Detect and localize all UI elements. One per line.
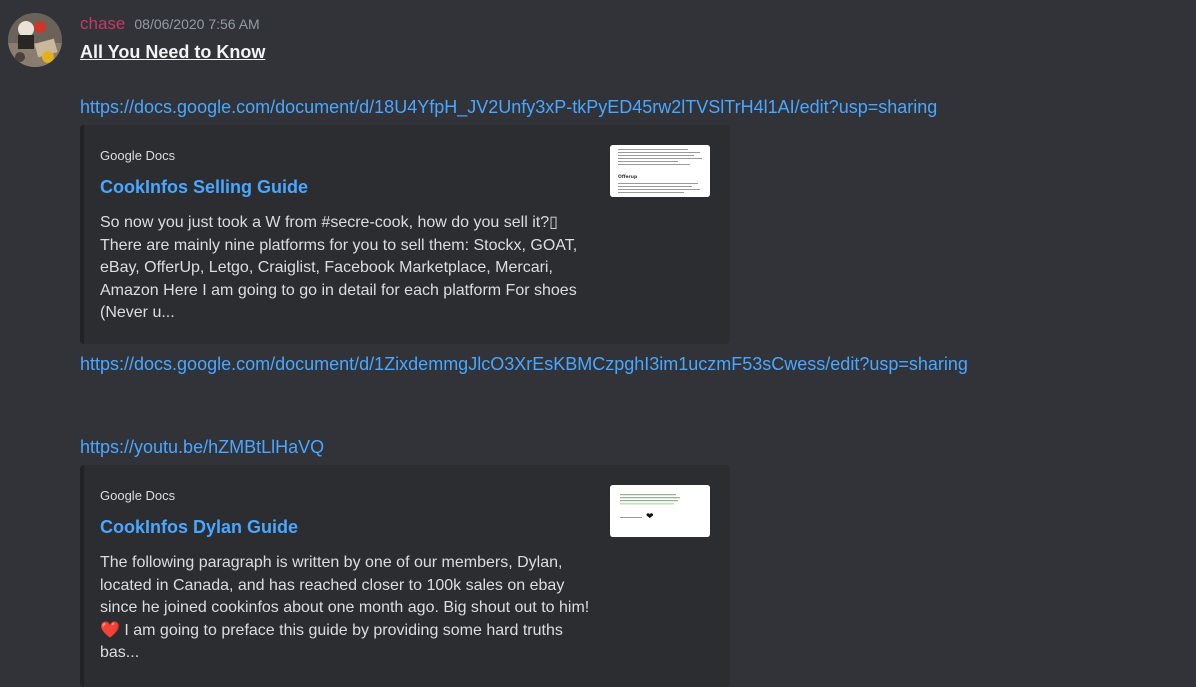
embed-provider: Google Docs — [100, 148, 176, 163]
avatar-image — [8, 13, 62, 67]
youtube-link[interactable]: https://youtu.be/hZMBtLlHaVQ — [80, 437, 324, 458]
embed-description: The following paragraph is written by on… — [100, 552, 590, 665]
embed-description: So now you just took a W from #secre-coo… — [100, 214, 578, 321]
avatar[interactable] — [8, 13, 62, 67]
message-header: chase 08/06/2020 7:56 AM — [80, 14, 260, 34]
document-preview-image: Offerup — [610, 145, 710, 197]
username[interactable]: chase — [80, 14, 125, 34]
red-heart-emoji: ❤️ — [100, 621, 120, 639]
document-thumbnail[interactable]: ❤ — [610, 485, 710, 537]
message-title: All You Need to Know — [80, 42, 266, 62]
embed-card-dylan-guide: Google Docs CookInfos Dylan Guide The fo… — [80, 465, 730, 687]
embed-description-text: The following paragraph is written by on… — [100, 554, 590, 616]
document-thumbnail[interactable]: Offerup — [610, 145, 710, 197]
timestamp: 08/06/2020 7:56 AM — [134, 16, 260, 32]
chat-message: chase 08/06/2020 7:56 AM All You Need to… — [0, 0, 1196, 687]
thumbnail-heart: ❤ — [646, 512, 654, 522]
thumbnail-heading: Offerup — [618, 174, 638, 180]
google-doc-link-dylan-guide[interactable]: https://docs.google.com/document/d/1Zixd… — [80, 354, 968, 375]
embed-title-link[interactable]: CookInfos Dylan Guide — [100, 517, 298, 538]
embed-card-selling-guide: Google Docs CookInfos Selling Guide So n… — [80, 125, 730, 344]
embed-provider: Google Docs — [100, 488, 176, 503]
google-doc-link-selling-guide[interactable]: https://docs.google.com/document/d/18U4Y… — [80, 97, 937, 118]
document-preview-image: ❤ — [610, 485, 710, 537]
embed-title-link[interactable]: CookInfos Selling Guide — [100, 177, 308, 198]
embed-description-text-continued: I am going to preface this guide by prov… — [100, 621, 563, 662]
